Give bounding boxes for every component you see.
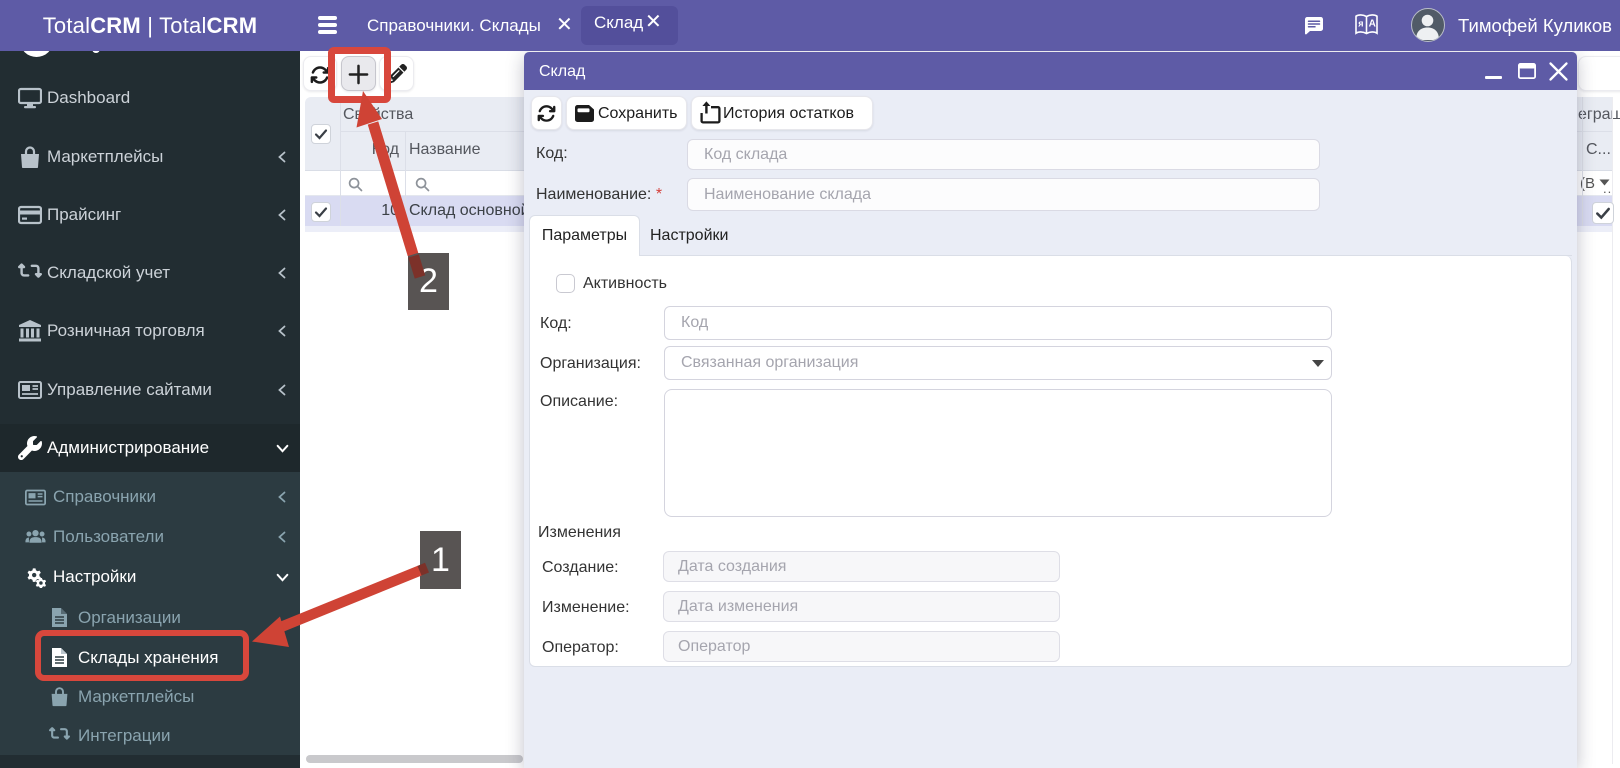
svg-text:A: A (1369, 19, 1376, 30)
svg-text:я: я (1358, 19, 1363, 29)
